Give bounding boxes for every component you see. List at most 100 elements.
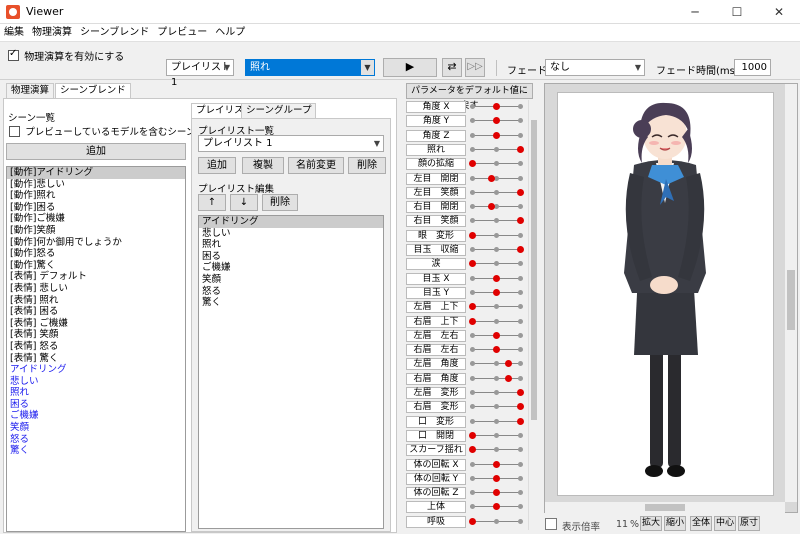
zoom-out-button[interactable]: 縮小 bbox=[664, 516, 686, 531]
tab-scene-group[interactable]: シーングループ bbox=[241, 103, 317, 118]
scene-list-item[interactable]: 笑顔 bbox=[7, 422, 185, 434]
reset-parameters-button[interactable]: パラメータをデフォルト値に戻す bbox=[406, 83, 533, 111]
scene-list-item[interactable]: 悲しい bbox=[7, 376, 185, 388]
parameter-slider-knob[interactable] bbox=[517, 188, 524, 196]
parameter-slider-knob[interactable] bbox=[505, 360, 512, 368]
parameter-slider-knob[interactable] bbox=[493, 503, 500, 511]
fade-time-input[interactable]: 1000 bbox=[734, 59, 771, 76]
scene-list-item[interactable]: [表情] 笑顔 bbox=[7, 329, 185, 341]
parameter-slider-knob[interactable] bbox=[469, 260, 476, 268]
parameter-slider-knob[interactable] bbox=[469, 431, 476, 439]
playlist-item[interactable]: 驚く bbox=[199, 297, 383, 309]
only-preview-checkbox[interactable] bbox=[9, 125, 20, 137]
physics-checkbox[interactable] bbox=[8, 48, 19, 61]
menu-help[interactable]: ヘルプ bbox=[211, 24, 249, 41]
preview-scrollbar-vertical[interactable] bbox=[785, 84, 797, 502]
scene-list-item[interactable]: [表情] デフォルト bbox=[7, 271, 185, 283]
physics-toggle[interactable]: 物理演算を有効にする bbox=[8, 48, 124, 63]
scene-list-item[interactable]: [表情] 悲しい bbox=[7, 283, 185, 295]
playlist-add-button[interactable]: 追加 bbox=[198, 157, 236, 174]
tab-scene-blend[interactable]: シーンブレンド bbox=[55, 83, 131, 98]
move-up-button[interactable]: ↑ bbox=[198, 194, 226, 211]
parameter-slider-knob[interactable] bbox=[517, 217, 524, 225]
playlist-item[interactable]: 照れ bbox=[199, 239, 383, 251]
scene-list-item[interactable]: [動作]怒る bbox=[7, 248, 185, 260]
zoom-in-button[interactable]: 拡大 bbox=[640, 516, 662, 531]
playlist-item[interactable]: 困る bbox=[199, 251, 383, 263]
parameter-slider-knob[interactable] bbox=[488, 174, 496, 182]
scene-list-item[interactable]: ご機嫌 bbox=[7, 410, 185, 422]
scene-list-item[interactable]: [動作]驚く bbox=[7, 260, 185, 272]
parameter-scrollbar[interactable] bbox=[528, 100, 538, 530]
playlist-items-list[interactable]: アイドリング 悲しい 照れ 困る ご機嫌 笑顔 怒る 驚く bbox=[198, 215, 384, 529]
parameter-slider-knob[interactable] bbox=[469, 517, 476, 525]
maximize-button[interactable]: ☐ bbox=[716, 0, 758, 24]
parameter-slider-knob[interactable] bbox=[517, 145, 524, 153]
playlist-rename-button[interactable]: 名前変更 bbox=[288, 157, 344, 174]
preview-scroll-thumb-v[interactable] bbox=[787, 270, 795, 330]
parameter-slider-knob[interactable] bbox=[493, 288, 500, 296]
playlist-item[interactable]: アイドリング bbox=[199, 216, 383, 228]
playlist-duplicate-button[interactable]: 複製 bbox=[242, 157, 284, 174]
repeat-button[interactable]: ⇄ bbox=[442, 58, 462, 77]
preview-canvas[interactable] bbox=[557, 92, 774, 496]
parameter-slider-knob[interactable] bbox=[469, 446, 476, 454]
parameter-slider-knob[interactable] bbox=[493, 489, 500, 497]
skip-button[interactable]: ▷▷ bbox=[465, 58, 485, 77]
parameter-slider-knob[interactable] bbox=[469, 160, 476, 168]
parameter-slider-knob[interactable] bbox=[469, 303, 476, 311]
parameter-slider-knob[interactable] bbox=[493, 103, 500, 110]
parameter-slider-knob[interactable] bbox=[493, 331, 500, 339]
fit-all-button[interactable]: 全体 bbox=[690, 516, 712, 531]
background-color-swatch[interactable] bbox=[545, 518, 557, 530]
menu-physics[interactable]: 物理演算 bbox=[28, 24, 76, 41]
scene-list-item[interactable]: [動作]照れ bbox=[7, 190, 185, 202]
parameter-scroll-thumb[interactable] bbox=[531, 120, 537, 420]
parameter-slider-knob[interactable] bbox=[493, 131, 500, 139]
scene-list-item[interactable]: [動作]ご機嫌 bbox=[7, 213, 185, 225]
playlist-list-select[interactable]: プレイリスト 1 ▼ bbox=[198, 135, 384, 152]
play-button[interactable]: ▶ bbox=[383, 58, 437, 77]
scene-list-item[interactable]: [動作]笑顔 bbox=[7, 225, 185, 237]
parameter-slider-knob[interactable] bbox=[493, 460, 500, 468]
playlist-item-delete-button[interactable]: 削除 bbox=[262, 194, 298, 211]
scene-list-item[interactable]: [表情] 怒る bbox=[7, 341, 185, 353]
parameter-slider-knob[interactable] bbox=[488, 203, 496, 211]
scene-list-item[interactable]: [表情] 照れ bbox=[7, 295, 185, 307]
move-down-button[interactable]: ↓ bbox=[230, 194, 258, 211]
parameter-slider-knob[interactable] bbox=[493, 346, 500, 354]
parameter-slider-knob[interactable] bbox=[505, 374, 512, 382]
parameter-slider-knob[interactable] bbox=[517, 246, 524, 253]
scene-list-item[interactable]: 驚く bbox=[7, 445, 185, 457]
parameter-slider-knob[interactable] bbox=[517, 417, 524, 425]
scene-list-item[interactable]: [表情] 困る bbox=[7, 306, 185, 318]
add-scene-button[interactable]: 追加 bbox=[6, 143, 186, 160]
close-button[interactable]: ✕ bbox=[758, 0, 800, 24]
parameter-slider-knob[interactable] bbox=[469, 317, 476, 325]
parameter-slider-knob[interactable] bbox=[469, 231, 476, 239]
scene-list-item[interactable]: [表情] 驚く bbox=[7, 353, 185, 365]
scene-list-item[interactable]: [動作]悲しい bbox=[7, 179, 185, 191]
parameter-slider-knob[interactable] bbox=[493, 274, 500, 282]
playlist-select[interactable]: プレイリスト 1 ▼ bbox=[166, 59, 234, 88]
playlist-delete-button[interactable]: 削除 bbox=[348, 157, 386, 174]
minimize-button[interactable]: ─ bbox=[674, 0, 716, 24]
playlist-item[interactable]: ご機嫌 bbox=[199, 262, 383, 274]
actual-size-button[interactable]: 原寸 bbox=[738, 516, 760, 531]
scene-list-item[interactable]: [表情] ご機嫌 bbox=[7, 318, 185, 330]
scene-list-item[interactable]: アイドリング bbox=[7, 364, 185, 376]
scene-list-item[interactable]: 照れ bbox=[7, 387, 185, 399]
parameter-slider-knob[interactable] bbox=[493, 474, 500, 482]
parameter-slider-knob[interactable] bbox=[517, 403, 524, 411]
menu-edit[interactable]: 編集 bbox=[0, 24, 28, 41]
scene-list-item[interactable]: 困る bbox=[7, 399, 185, 411]
playlist-item[interactable]: 笑顔 bbox=[199, 274, 383, 286]
center-button[interactable]: 中心 bbox=[714, 516, 736, 531]
preview-scroll-thumb-h[interactable] bbox=[645, 504, 685, 511]
fade-select[interactable]: なし ▼ bbox=[545, 59, 645, 76]
parameter-slider-knob[interactable] bbox=[517, 389, 524, 396]
playlist-item[interactable]: 悲しい bbox=[199, 228, 383, 240]
playlist-item[interactable]: 怒る bbox=[199, 286, 383, 298]
scene-list-item[interactable]: 怒る bbox=[7, 434, 185, 446]
preview-viewport[interactable] bbox=[544, 83, 798, 513]
